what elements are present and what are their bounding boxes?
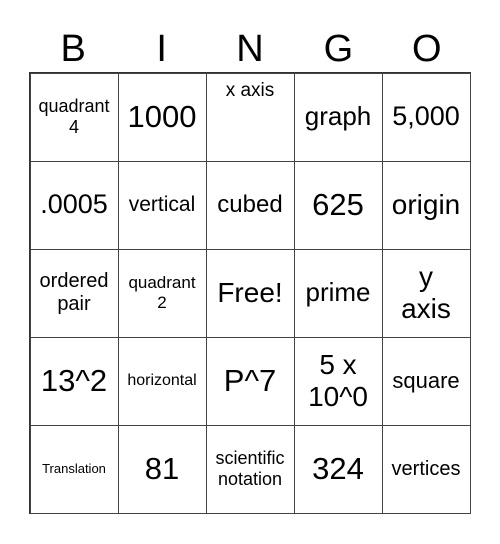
bingo-cell[interactable]: quadrant 2 [117, 248, 207, 338]
header-letter-n: N [236, 28, 264, 70]
bingo-cell[interactable]: 625 [293, 160, 383, 250]
bingo-cell[interactable]: vertical [117, 160, 207, 250]
bingo-cell[interactable]: 5,000 [381, 72, 471, 162]
cell-label: quadrant 2 [128, 273, 196, 312]
cell-label: P^7 [223, 363, 277, 399]
header-letter-o: O [412, 28, 442, 70]
bingo-cell[interactable]: 13^2 [29, 336, 119, 426]
cell-label: scientific notation [215, 448, 285, 489]
cell-label: 625 [312, 187, 364, 223]
bingo-cell[interactable]: 324 [293, 424, 383, 514]
cell-label: Translation [42, 460, 106, 476]
cell-label: .0005 [40, 189, 108, 220]
bingo-cell[interactable]: square [381, 336, 471, 426]
cell-label: vertices [391, 457, 461, 480]
bingo-cell[interactable]: graph [293, 72, 383, 162]
bingo-cell[interactable]: vertices [381, 424, 471, 514]
bingo-cell[interactable]: 81 [117, 424, 207, 514]
cell-label: graph [304, 101, 372, 132]
header-letter-b: B [60, 28, 86, 70]
bingo-cell[interactable]: 1000 [117, 72, 207, 162]
cell-label: quadrant 4 [38, 96, 110, 137]
cell-label: cubed [217, 191, 283, 219]
bingo-cell[interactable]: 5 x 10^0 [293, 336, 383, 426]
bingo-grid: quadrant 4 1000 x axis graph 5,000 .0005 verti… [29, 72, 471, 514]
bingo-cell[interactable]: quadrant 4 [29, 72, 119, 162]
bingo-cell[interactable]: ordered pair [29, 248, 119, 338]
cell-label: 1000 [127, 99, 197, 135]
cell-label: x axis [225, 79, 275, 101]
cell-label: vertical [128, 192, 196, 216]
cell-label: ordered pair [39, 270, 109, 315]
cell-label: 324 [312, 451, 364, 487]
cell-label: prime [305, 277, 371, 308]
bingo-cell[interactable]: .0005 [29, 160, 119, 250]
cell-label: 5 x 10^0 [308, 348, 368, 412]
bingo-cell[interactable]: origin [381, 160, 471, 250]
cell-label: y axis [401, 260, 451, 324]
bingo-cell[interactable]: P^7 [205, 336, 295, 426]
bingo-cell[interactable]: prime [293, 248, 383, 338]
cell-label: origin [391, 188, 461, 220]
bingo-cell[interactable]: Free! [205, 248, 295, 338]
header-letter-i: I [156, 28, 167, 70]
bingo-header: B I N G O [29, 26, 471, 72]
bingo-cell[interactable]: cubed [205, 160, 295, 250]
bingo-cell[interactable]: y axis [381, 248, 471, 338]
cell-label: 5,000 [392, 101, 460, 132]
bingo-cell[interactable]: horizontal [117, 336, 207, 426]
cell-label: 81 [144, 451, 180, 487]
cell-label: Free! [217, 276, 283, 308]
bingo-cell[interactable]: Translation [29, 424, 119, 514]
cell-label: square [392, 368, 460, 394]
bingo-cell[interactable]: x axis [205, 72, 295, 162]
cell-label: 13^2 [40, 363, 108, 399]
cell-label: horizontal [127, 371, 197, 389]
header-letter-g: G [323, 28, 354, 70]
bingo-cell[interactable]: scientific notation [205, 424, 295, 514]
